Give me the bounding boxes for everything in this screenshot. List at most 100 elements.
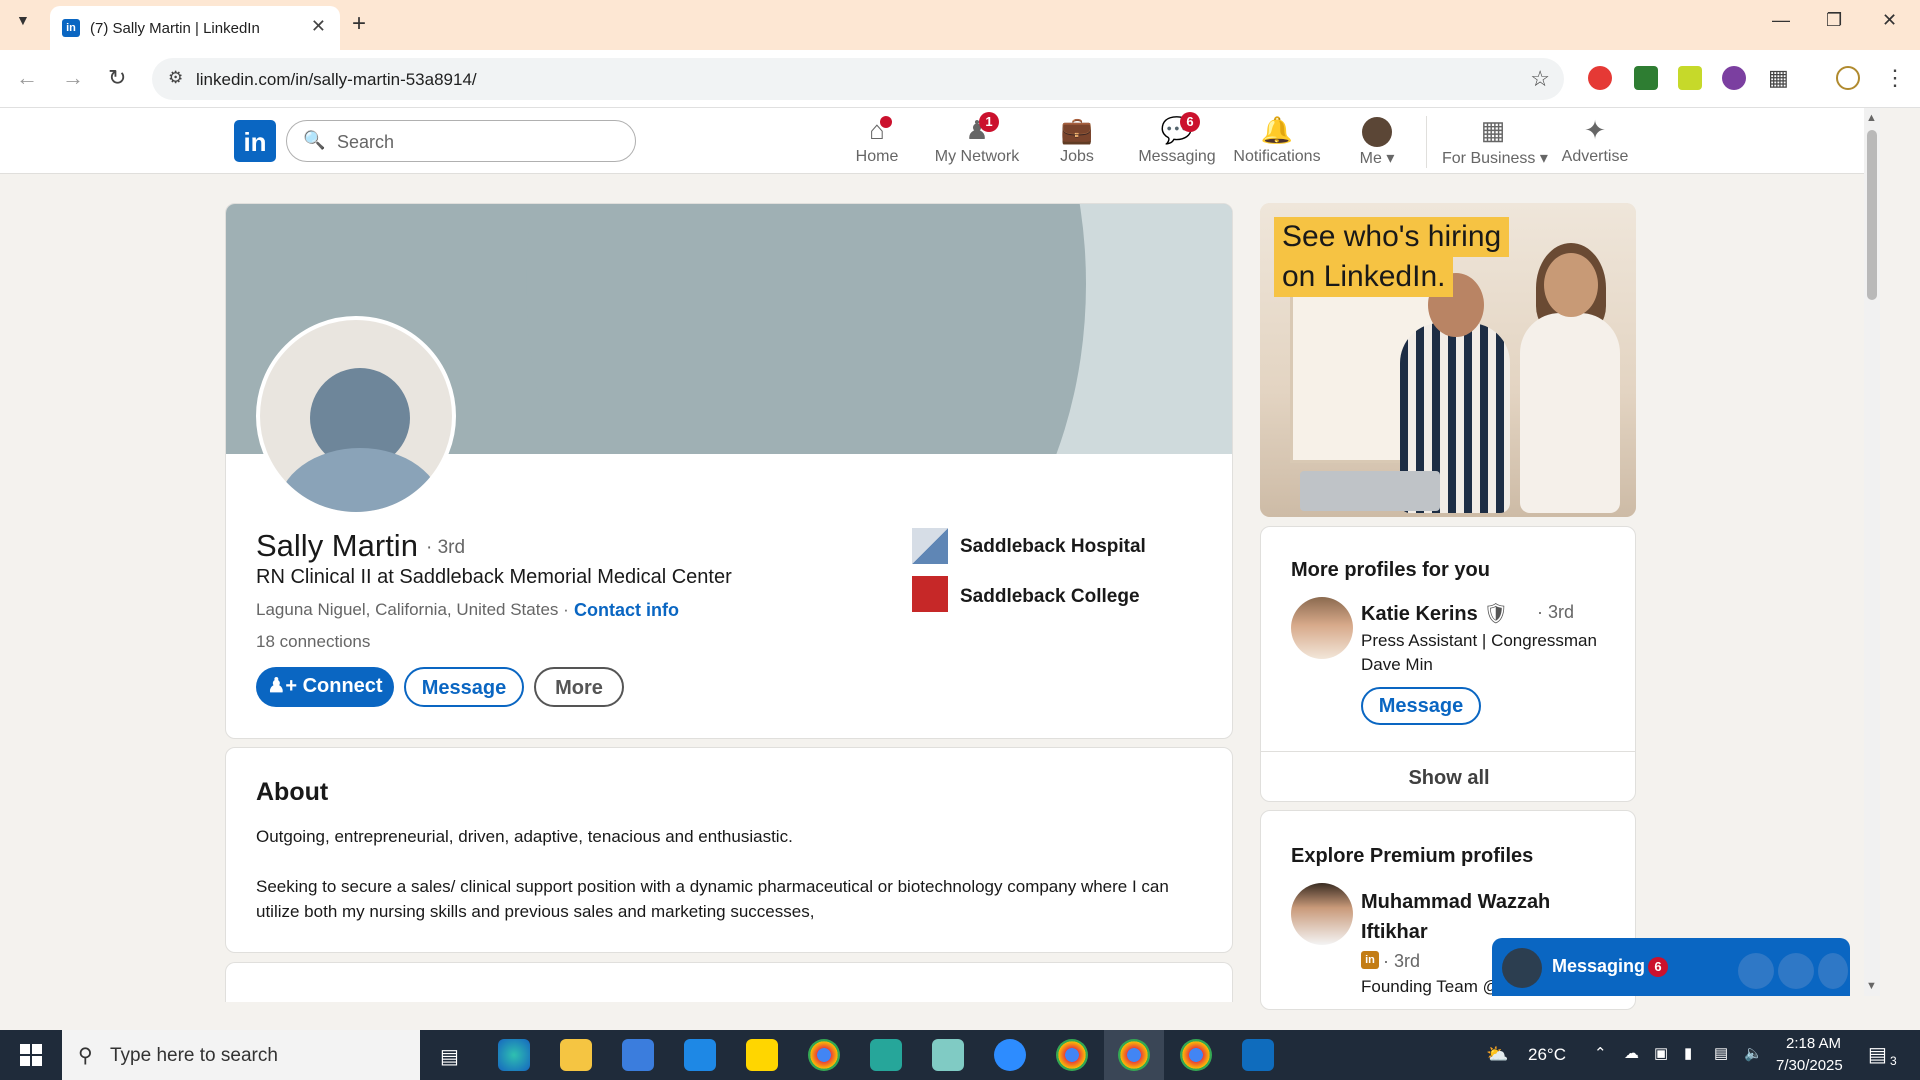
nav-for-business[interactable]: ▦ For Business ▾ xyxy=(1442,114,1548,168)
app-diamond-icon[interactable] xyxy=(870,1039,902,1071)
compose-icon[interactable] xyxy=(1738,953,1774,989)
tray-app-icon[interactable]: ▣ xyxy=(1654,1044,1668,1062)
battery-icon[interactable]: ▮ xyxy=(1684,1044,1692,1062)
people-icon: ♟ xyxy=(965,115,989,145)
search-input[interactable]: 🔍 Search xyxy=(286,120,636,162)
org-saddleback-college[interactable]: Saddleback College xyxy=(960,586,1140,608)
org-saddleback-hospital[interactable]: Saddleback Hospital xyxy=(960,536,1146,558)
search-icon: ⚲ xyxy=(78,1045,93,1067)
nav-label: Notifications xyxy=(1233,148,1321,165)
nav-advertise[interactable]: ✦ Advertise xyxy=(1545,114,1645,166)
hiring-ad[interactable]: See who's hiring on LinkedIn. xyxy=(1260,203,1636,517)
url-text[interactable]: linkedin.com/in/sally-martin-53a8914/ xyxy=(196,70,477,90)
weather-temp[interactable]: 26°C xyxy=(1528,1045,1566,1065)
suggested-profile-headline: Press Assistant | Congressman Dave Min xyxy=(1361,631,1597,674)
chrome-profile-icon[interactable] xyxy=(1180,1039,1212,1071)
nav-messaging[interactable]: 💬 Messaging xyxy=(1127,114,1227,166)
network-badge: 1 xyxy=(979,112,999,132)
outlook-icon[interactable] xyxy=(1242,1039,1274,1071)
page-scrollbar[interactable]: ▲ ▼ xyxy=(1864,108,1880,996)
nav-label: Me ▾ xyxy=(1359,150,1395,167)
messaging-overlay[interactable]: Messaging 6 xyxy=(1492,938,1850,996)
nav-notifications[interactable]: 🔔 Notifications xyxy=(1227,114,1327,166)
volume-icon[interactable]: 🔈 xyxy=(1744,1044,1763,1062)
taskbar-search-input[interactable]: ⚲ Type here to search xyxy=(62,1030,420,1080)
network-icon[interactable]: ▤ xyxy=(1714,1044,1728,1062)
window-close-icon[interactable]: ✕ xyxy=(1882,10,1897,31)
mail-icon[interactable] xyxy=(684,1039,716,1071)
tray-chevron-icon[interactable]: ⌃ xyxy=(1594,1044,1607,1062)
home-dot-badge xyxy=(880,116,892,128)
app-paper-icon[interactable] xyxy=(932,1039,964,1071)
tab-list-icon[interactable]: ▼ xyxy=(16,12,30,28)
chrome-icon[interactable] xyxy=(808,1039,840,1071)
store-icon[interactable] xyxy=(622,1039,654,1071)
forward-icon[interactable]: → xyxy=(62,65,84,91)
bookmark-star-icon[interactable]: ☆ xyxy=(1530,66,1550,92)
scroll-up-icon[interactable]: ▲ xyxy=(1866,112,1877,124)
weather-icon[interactable]: ⛅ xyxy=(1486,1044,1508,1065)
scrollbar-thumb[interactable] xyxy=(1867,130,1877,300)
back-icon[interactable]: ← xyxy=(16,65,38,91)
expand-icon[interactable] xyxy=(1818,953,1848,989)
about-card: About Outgoing, entrepreneurial, driven,… xyxy=(225,747,1233,953)
new-tab-icon[interactable]: + xyxy=(352,10,366,38)
ad-person xyxy=(1520,313,1620,513)
suggested-profile-name[interactable]: Katie Kerins 🛡 xyxy=(1361,601,1509,626)
connections-count[interactable]: 18 connections xyxy=(256,632,370,652)
onedrive-icon[interactable]: ☁ xyxy=(1624,1044,1639,1062)
omnibox[interactable]: ⚙ linkedin.com/in/sally-martin-53a8914/ … xyxy=(152,58,1564,100)
messaging-label: Messaging xyxy=(1552,956,1646,976)
clock-time[interactable]: 2:18 AM xyxy=(1786,1035,1841,1052)
katie-avatar[interactable] xyxy=(1291,597,1353,659)
premium-avatar[interactable] xyxy=(1291,883,1353,945)
clock-date[interactable]: 7/30/2025 xyxy=(1776,1057,1843,1074)
nav-me[interactable]: Me ▾ xyxy=(1327,114,1427,168)
zoom-icon[interactable] xyxy=(994,1039,1026,1071)
tab-title: (7) Sally Martin | LinkedIn xyxy=(90,20,260,37)
reload-icon[interactable]: ↻ xyxy=(108,65,126,91)
nav-jobs[interactable]: 💼 Jobs xyxy=(1027,114,1127,166)
my-avatar xyxy=(1502,948,1542,988)
show-all-button[interactable]: Show all xyxy=(1261,767,1635,790)
search-placeholder: Search xyxy=(337,132,395,152)
message-button[interactable]: Message xyxy=(404,667,524,707)
extension-star-icon[interactable] xyxy=(1678,66,1702,90)
contact-info-link[interactable]: Contact info xyxy=(574,600,679,621)
profile-icon[interactable] xyxy=(1836,66,1860,90)
notification-center-icon[interactable]: ▤ xyxy=(1868,1042,1887,1067)
saddleback-college-logo xyxy=(912,576,948,612)
chrome-profile-icon[interactable] xyxy=(1056,1039,1088,1071)
file-explorer-icon[interactable] xyxy=(560,1039,592,1071)
sticky-notes-icon[interactable] xyxy=(746,1039,778,1071)
browser-tab[interactable]: in (7) Sally Martin | LinkedIn ✕ xyxy=(50,6,340,50)
site-info-icon[interactable]: ⚙ xyxy=(168,68,183,88)
nav-home[interactable]: ⌂ Home xyxy=(827,114,927,166)
suggested-message-button[interactable]: Message xyxy=(1361,687,1481,725)
windows-start-icon[interactable] xyxy=(20,1044,42,1066)
bell-icon: 🔔 xyxy=(1260,115,1294,145)
edge-icon[interactable] xyxy=(498,1039,530,1071)
restore-icon[interactable]: ❐ xyxy=(1826,10,1842,31)
about-paragraph: Seeking to secure a sales/ clinical supp… xyxy=(256,877,1169,921)
chrome-active-icon[interactable] xyxy=(1118,1039,1150,1071)
extension-pokeball-icon[interactable] xyxy=(1588,66,1612,90)
saddleback-hospital-logo xyxy=(912,528,948,564)
extension-wallet-icon[interactable] xyxy=(1634,66,1658,90)
premium-profiles-title: Explore Premium profiles xyxy=(1291,845,1534,867)
close-tab-icon[interactable]: ✕ xyxy=(311,16,326,37)
extension-circle-icon[interactable] xyxy=(1722,66,1746,90)
premium-icon: in xyxy=(1361,951,1379,969)
more-options-icon[interactable] xyxy=(1778,953,1814,989)
profile-photo[interactable] xyxy=(256,316,456,516)
connect-button[interactable]: ♟+ Connect xyxy=(256,667,394,707)
extensions-puzzle-icon[interactable]: ▦ xyxy=(1768,65,1789,91)
task-view-icon[interactable]: ▤ xyxy=(440,1044,459,1069)
minimize-icon[interactable]: — xyxy=(1772,10,1790,31)
nav-my-network[interactable]: ♟ My Network xyxy=(927,114,1027,166)
scroll-down-icon[interactable]: ▼ xyxy=(1866,980,1877,992)
browser-menu-icon[interactable]: ⋮ xyxy=(1884,65,1906,91)
advertise-icon: ✦ xyxy=(1584,115,1606,145)
linkedin-logo[interactable]: in xyxy=(234,120,276,162)
more-button[interactable]: More xyxy=(534,667,624,707)
